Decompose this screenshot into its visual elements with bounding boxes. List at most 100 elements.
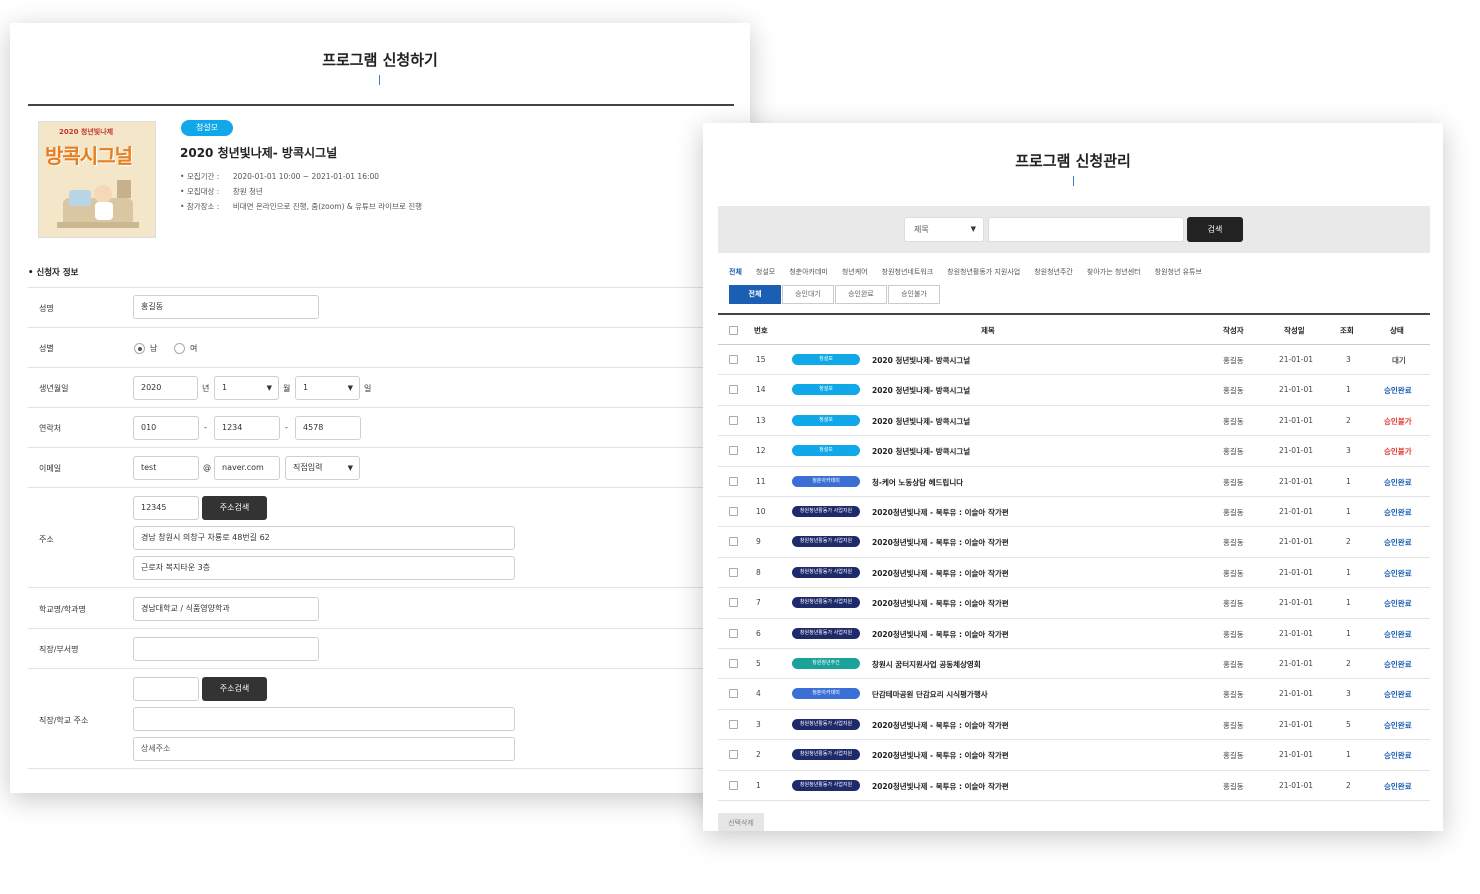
table-row[interactable]: 12 청설모 2020 청년빛나제- 방콕시그널 홍길동 21-01-01 3 승인불가 <box>718 436 1430 467</box>
row-title[interactable]: 2020청년빛나제 - 북투유 : 이슬아 작가편 <box>872 629 1009 640</box>
category-tab[interactable]: 창원청년주간 <box>1034 267 1073 279</box>
zipcode-input[interactable]: 12345 <box>133 496 199 520</box>
table-row[interactable]: 14 청설모 2020 청년빛나제- 방콕시그널 홍길동 21-01-01 1 승인완료 <box>718 375 1430 406</box>
name-input[interactable]: 홍길동 <box>133 295 319 319</box>
email-domain-select[interactable]: 직접입력 <box>285 456 360 480</box>
search-button[interactable]: 검색 <box>1187 217 1243 242</box>
phone2-input[interactable]: 1234 <box>214 416 280 440</box>
row-title[interactable]: 단감테마공원 단감요리 시식평가행사 <box>872 689 988 700</box>
table-row[interactable]: 11 청춘아카데미 청-케어 노동상담 헤드립니다 홍길동 21-01-01 1 승인완료 <box>718 467 1430 497</box>
row-status: 승인완료 <box>1384 629 1412 639</box>
work-address-search-button[interactable]: 주소검색 <box>202 677 267 701</box>
row-checkbox[interactable] <box>729 659 738 668</box>
gender-male-radio[interactable] <box>134 343 145 354</box>
category-filter: 전체 청설모 청춘아카데미 청년케어 창원청년네트워크 창원청년활동가 지원사업… <box>729 267 1202 279</box>
row-title[interactable]: 2020청년빛나제 - 북투유 : 이슬아 작가편 <box>872 598 1009 609</box>
phone3-input[interactable]: 4578 <box>295 416 361 440</box>
row-checkbox[interactable] <box>729 507 738 516</box>
status-tab[interactable]: 승인불가 <box>888 285 940 304</box>
address2-input[interactable]: 근로자 복지타운 3층 <box>133 556 515 580</box>
table-row[interactable]: 7 창원청년활동가 사업지원 2020청년빛나제 - 북투유 : 이슬아 작가편 홍길… <box>718 588 1430 619</box>
row-title[interactable]: 2020청년빛나제 - 북투유 : 이슬아 작가편 <box>872 781 1009 792</box>
row-checkbox[interactable] <box>729 567 738 577</box>
work-zipcode-input[interactable] <box>133 677 199 701</box>
category-tab[interactable]: 창원청년네트워크 <box>882 267 934 279</box>
category-tab[interactable]: 청설모 <box>756 267 775 279</box>
row-title[interactable]: 2020 청년빛나제- 방콕시그널 <box>872 385 970 396</box>
work-address2-input[interactable]: 상세주소 <box>133 737 515 761</box>
row-checkbox[interactable] <box>729 446 738 456</box>
row-title[interactable]: 2020 청년빛나제- 방콕시그널 <box>872 416 970 427</box>
row-checkbox[interactable] <box>729 750 738 760</box>
row-author: 홍길동 <box>1223 720 1244 730</box>
birth-year-input[interactable]: 2020 <box>133 376 198 400</box>
row-checkbox[interactable] <box>729 780 738 790</box>
row-author: 홍길동 <box>1223 538 1244 548</box>
table-row[interactable]: 8 창원청년활동가 사업지원 2020청년빛나제 - 북투유 : 이슬아 작가편 홍길… <box>718 558 1430 589</box>
meta-value: 2020-01-01 10:00 ~ 2021-01-01 16:00 <box>232 172 380 181</box>
category-tab[interactable]: 창원청년활동가 지원사업 <box>947 267 1020 279</box>
row-gender: 성별 남 여 <box>28 327 748 367</box>
row-title[interactable]: 2020청년빛나제 - 북투유 : 이슬아 작가편 <box>872 720 1009 731</box>
table-row[interactable]: 3 창원청년활동가 사업지원 2020청년빛나제 - 북투유 : 이슬아 작가편 홍길… <box>718 710 1430 741</box>
row-category-badge: 창원청년활동가 사업지원 <box>792 597 860 609</box>
row-checkbox[interactable] <box>729 689 738 699</box>
status-tab[interactable]: 승인완료 <box>835 285 887 304</box>
status-tab[interactable]: 전체 <box>729 285 781 304</box>
email-at-sign: @ <box>203 463 211 472</box>
row-title[interactable]: 창원시 꿈터지원사업 공동체상영회 <box>872 659 981 670</box>
row-category-badge: 청설모 <box>792 354 860 365</box>
work-address1-input[interactable] <box>133 707 515 731</box>
row-title[interactable]: 2020청년빛나제 - 북투유 : 이슬아 작가편 <box>872 568 1009 579</box>
category-tab[interactable]: 전체 <box>729 267 742 279</box>
table-row[interactable]: 1 창원청년활동가 사업지원 2020청년빛나제 - 북투유 : 이슬아 작가편 홍길… <box>718 771 1430 801</box>
category-tab[interactable]: 청춘아카데미 <box>789 267 828 279</box>
table-row[interactable]: 9 창원청년활동가 사업지원 2020청년빛나제 - 북투유 : 이슬아 작가편 홍길… <box>718 527 1430 558</box>
email-id-input[interactable]: test <box>133 456 199 480</box>
school-input[interactable]: 경남대학교 / 식품영양학과 <box>133 597 319 621</box>
table-row[interactable]: 13 청설모 2020 청년빛나제- 방콕시그널 홍길동 21-01-01 2 승인불가 <box>718 406 1430 437</box>
row-author: 홍길동 <box>1223 690 1244 700</box>
table-row[interactable]: 2 창원청년활동가 사업지원 2020청년빛나제 - 북투유 : 이슬아 작가편 홍길… <box>718 740 1430 771</box>
row-checkbox[interactable] <box>729 476 738 486</box>
row-title[interactable]: 2020청년빛나제 - 북투유 : 이슬아 작가편 <box>872 507 1009 518</box>
delete-selected-button[interactable]: 선택삭제 <box>718 813 764 831</box>
row-title[interactable]: 2020청년빛나제 - 북투유 : 이슬아 작가편 <box>872 750 1009 761</box>
address-search-button[interactable]: 주소검색 <box>202 496 267 520</box>
table-row[interactable]: 10 창원청년활동가 사업지원 2020청년빛나제 - 북투유 : 이슬아 작가편 홍… <box>718 497 1430 528</box>
status-tab[interactable]: 승인대기 <box>782 285 834 304</box>
birth-year-unit: 년 <box>202 384 210 393</box>
search-input[interactable] <box>988 217 1184 242</box>
row-date: 21-01-01 <box>1279 355 1314 364</box>
table-row[interactable]: 15 청설모 2020 청년빛나제- 방콕시그널 홍길동 21-01-01 3 대기 <box>718 345 1430 376</box>
table-row[interactable]: 5 창원청년주간 창원시 꿈터지원사업 공동체상영회 홍길동 21-01-01 2 승인완료 <box>718 649 1430 680</box>
table-row[interactable]: 6 창원청년활동가 사업지원 2020청년빛나제 - 북투유 : 이슬아 작가편 홍길… <box>718 619 1430 649</box>
row-title[interactable]: 2020 청년빛나제- 방콕시그널 <box>872 446 970 457</box>
search-field-select[interactable]: 제목 <box>904 217 984 242</box>
phone1-input[interactable]: 010 <box>133 416 199 440</box>
row-no: 12 <box>756 446 766 456</box>
row-status: 승인완료 <box>1384 386 1412 396</box>
row-checkbox[interactable] <box>729 719 738 729</box>
row-checkbox[interactable] <box>729 355 738 364</box>
category-tab[interactable]: 찾아가는 청년센터 <box>1087 267 1141 279</box>
row-checkbox[interactable] <box>729 537 738 547</box>
row-checkbox[interactable] <box>729 598 738 608</box>
select-all-checkbox[interactable] <box>729 326 738 335</box>
row-title[interactable]: 청-케어 노동상담 헤드립니다 <box>872 477 963 488</box>
email-domain-input[interactable]: naver.com <box>214 456 280 480</box>
row-checkbox[interactable] <box>729 628 738 638</box>
category-tab[interactable]: 청년케어 <box>842 267 868 279</box>
row-checkbox[interactable] <box>729 385 738 395</box>
address1-input[interactable]: 경남 창원시 의창구 차룡로 48번길 62 <box>133 526 515 550</box>
category-tab[interactable]: 창원청년 유튜브 <box>1155 267 1202 279</box>
gender-female-radio[interactable] <box>174 343 185 354</box>
table-row[interactable]: 4 청춘아카데미 단감테마공원 단감요리 시식평가행사 홍길동 21-01-01 3 승인완… <box>718 679 1430 710</box>
row-date: 21-01-01 <box>1279 689 1314 699</box>
birth-day-select[interactable]: 1 <box>295 376 360 400</box>
row-title[interactable]: 2020 청년빛나제- 방콕시그널 <box>872 355 970 366</box>
row-checkbox[interactable] <box>729 415 738 425</box>
row-title[interactable]: 2020청년빛나제 - 북투유 : 이슬아 작가편 <box>872 537 1009 548</box>
birth-month-select[interactable]: 1 <box>214 376 279 400</box>
work-input[interactable] <box>133 637 319 661</box>
